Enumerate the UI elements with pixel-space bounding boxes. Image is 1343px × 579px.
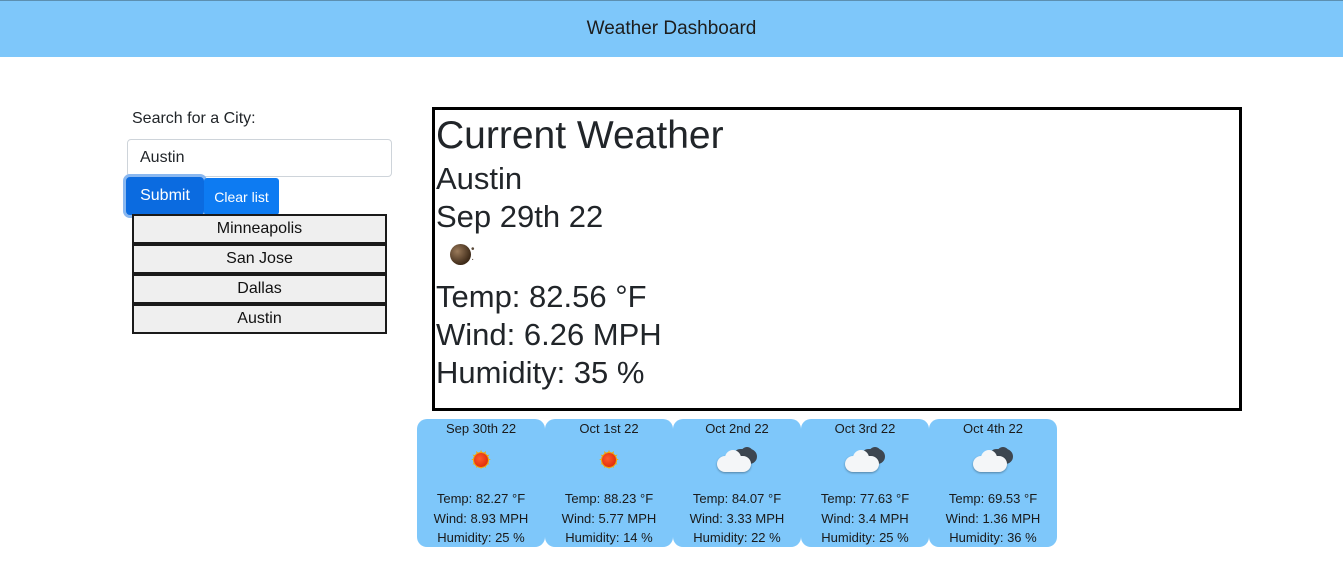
clear-list-button[interactable]: Clear list: [204, 178, 279, 215]
forecast-wind: Wind: 5.77 MPH: [561, 510, 657, 526]
cloud-icon: [715, 447, 759, 475]
forecast-temp: Temp: 77.63 °F: [820, 491, 910, 506]
forecast-date: Oct 4th 22: [963, 421, 1023, 436]
current-humidity: Humidity: 35 %: [436, 355, 645, 390]
forecast-temp: Temp: 82.27 °F: [436, 491, 526, 506]
forecast-wind: Wind: 8.93 MPH: [433, 510, 529, 526]
forecast-wind: Wind: 3.33 MPH: [689, 510, 785, 526]
current-temp: Temp: 82.56 °F: [436, 279, 647, 314]
cloud-icon: [843, 447, 887, 475]
forecast-card: Oct 1st 22 ✹ Temp: 88.23 °F Wind: 5.77 M…: [545, 419, 673, 547]
city-search-input[interactable]: [127, 139, 392, 177]
forecast-card: Oct 3rd 22 Temp: 77.63 °F Wind: 3.4 MPH …: [801, 419, 929, 547]
forecast-humidity: Humidity: 25 %: [821, 530, 909, 545]
forecast-wind: Wind: 1.36 MPH: [945, 510, 1041, 526]
app-header: Weather Dashboard: [0, 0, 1343, 57]
current-date: Sep 29th 22: [436, 199, 604, 234]
forecast-date: Oct 3rd 22: [834, 421, 896, 436]
history-city-button[interactable]: Austin: [132, 304, 387, 334]
current-wind: Wind: 6.26 MPH: [436, 317, 662, 352]
forecast-card: Sep 30th 22 ✹ Temp: 82.27 °F Wind: 8.93 …: [417, 419, 545, 547]
forecast-date: Oct 1st 22: [579, 421, 639, 436]
sun-icon: ✹: [468, 447, 494, 473]
forecast-temp: Temp: 69.53 °F: [948, 491, 1038, 506]
sun-icon: ✹: [596, 447, 622, 473]
forecast-temp: Temp: 84.07 °F: [692, 491, 782, 506]
search-history-list: Minneapolis San Jose Dallas Austin: [132, 214, 387, 334]
forecast-humidity: Humidity: 36 %: [949, 530, 1037, 545]
page-title: Weather Dashboard: [586, 18, 757, 39]
forecast-date: Sep 30th 22: [445, 421, 517, 436]
current-weather-panel: Current Weather Austin Sep 29th 22 • · Te…: [432, 107, 1242, 411]
forecast-humidity: Humidity: 25 %: [437, 530, 525, 545]
forecast-card: Oct 4th 22 Temp: 69.53 °F Wind: 1.36 MPH…: [929, 419, 1057, 547]
five-day-forecast: Sep 30th 22 ✹ Temp: 82.27 °F Wind: 8.93 …: [417, 419, 1057, 547]
forecast-card: Oct 2nd 22 Temp: 84.07 °F Wind: 3.33 MPH…: [673, 419, 801, 547]
history-city-button[interactable]: Dallas: [132, 274, 387, 304]
forecast-humidity: Humidity: 14 %: [565, 530, 653, 545]
forecast-humidity: Humidity: 22 %: [693, 530, 781, 545]
forecast-date: Oct 2nd 22: [705, 421, 769, 436]
cloud-icon: [971, 447, 1015, 475]
history-city-button[interactable]: Minneapolis: [132, 214, 387, 244]
current-weather-heading: Current Weather: [436, 114, 724, 157]
night-moon-icon: • ·: [436, 236, 1239, 278]
search-label: Search for a City:: [132, 110, 256, 127]
current-city: Austin: [436, 161, 523, 196]
history-city-button[interactable]: San Jose: [132, 244, 387, 274]
submit-button[interactable]: Submit: [126, 177, 204, 215]
forecast-temp: Temp: 88.23 °F: [564, 491, 654, 506]
forecast-wind: Wind: 3.4 MPH: [821, 510, 909, 526]
